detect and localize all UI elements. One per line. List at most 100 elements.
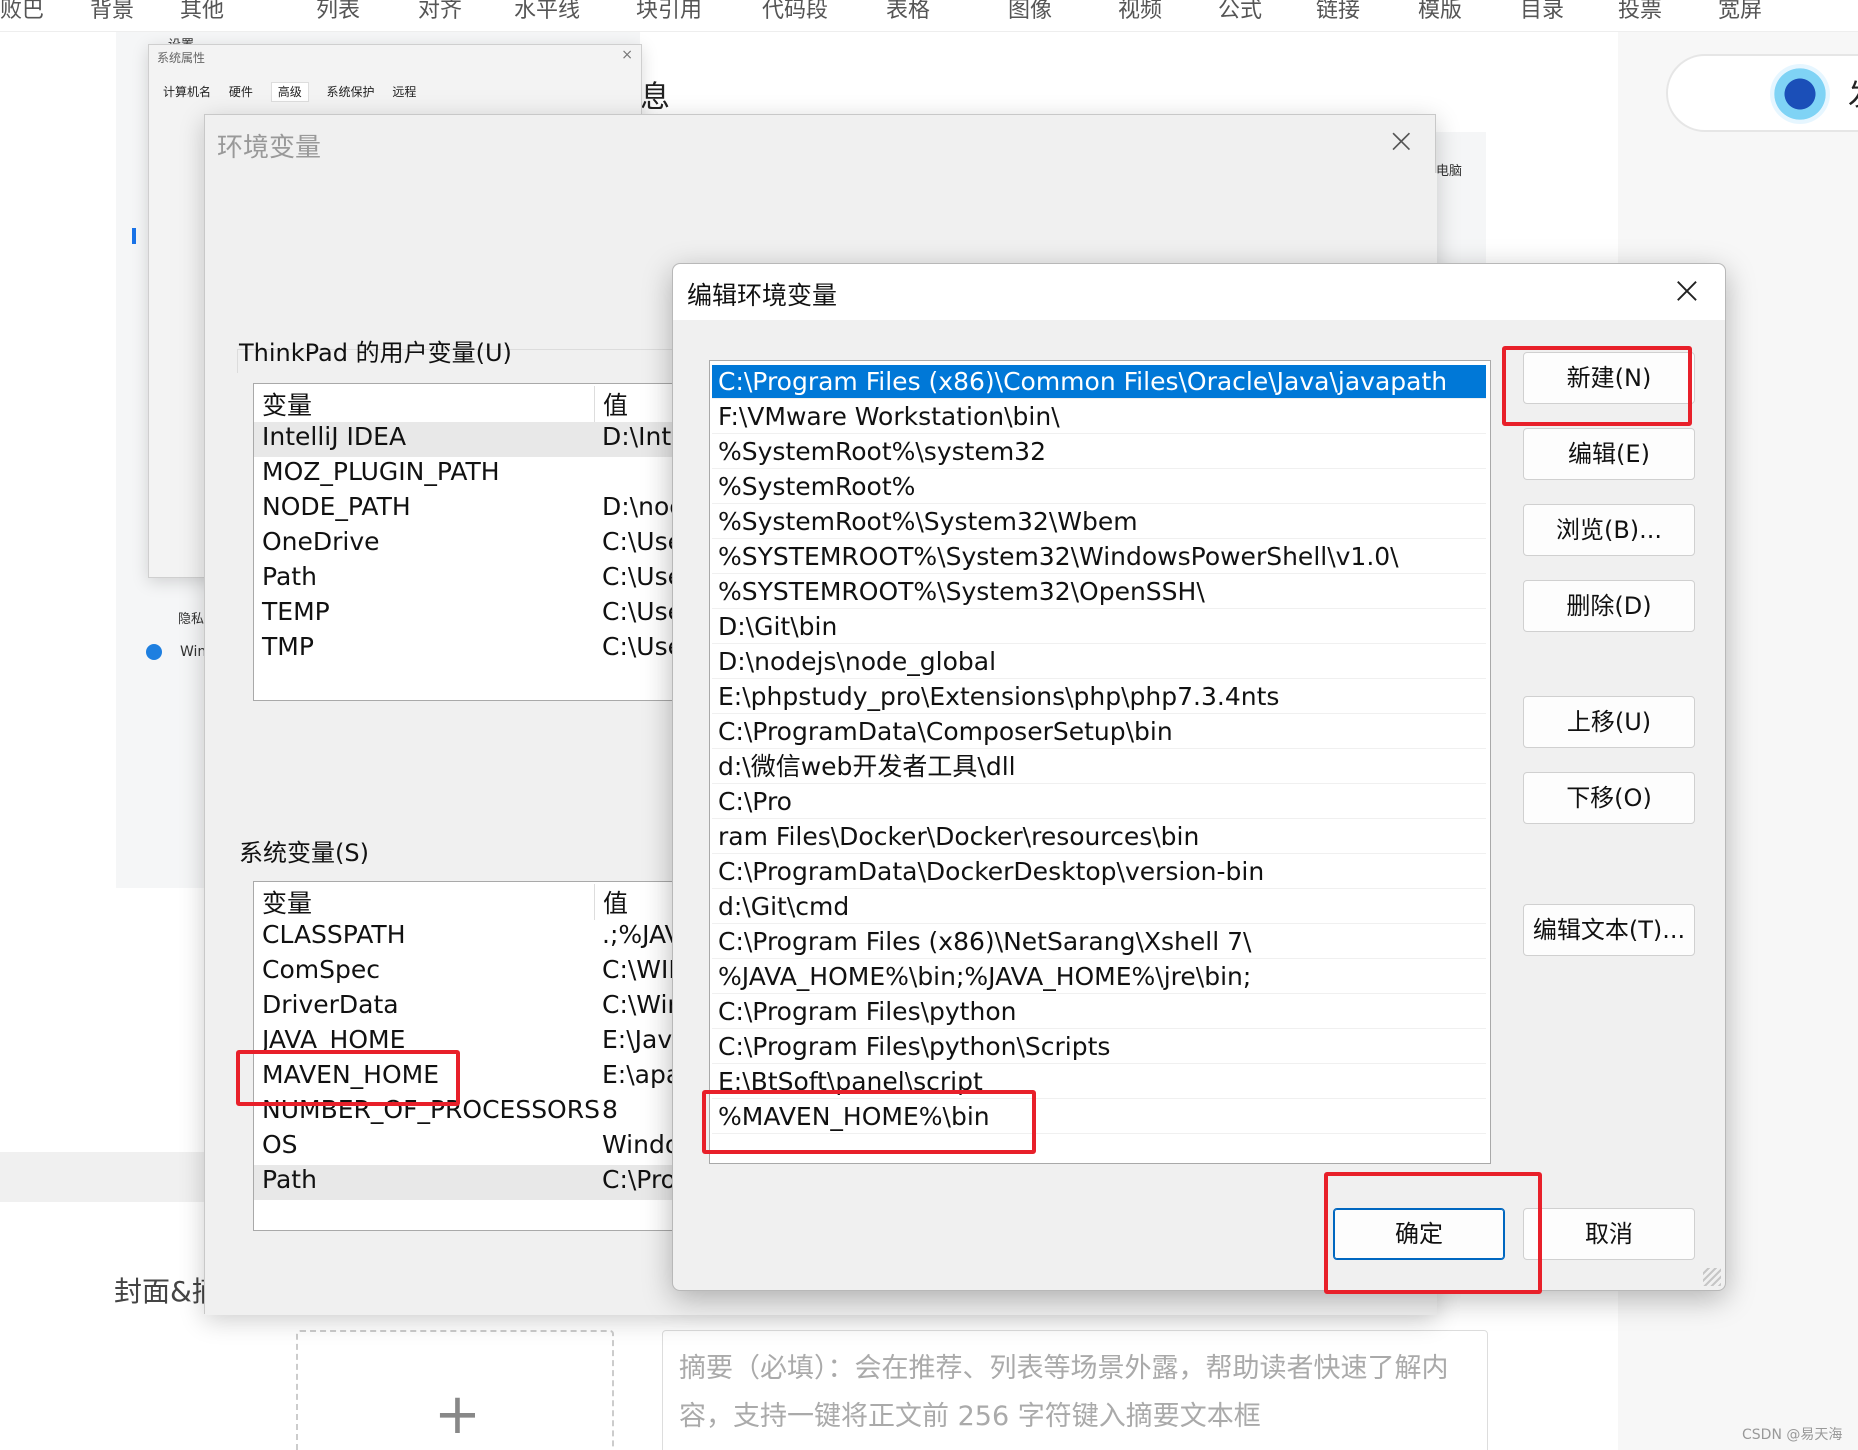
toolbar-item[interactable]: 链接 (1316, 0, 1360, 24)
toolbar-item[interactable]: 公式 (1218, 0, 1262, 24)
tab-advanced[interactable]: 高级 (270, 82, 309, 102)
list-item[interactable]: D:\nodejs\node_global (712, 645, 1486, 679)
summary-textarea[interactable]: 摘要（必填）：会在推荐、列表等场景外露，帮助读者快速了解内容，支持一键将正文前 … (662, 1330, 1488, 1450)
tab-system-protection[interactable]: 系统保护 (327, 85, 375, 99)
toolbar-item[interactable]: 模版 (1418, 0, 1462, 24)
list-item[interactable]: C:\Program Files\python\Scripts (712, 1030, 1486, 1064)
close-icon[interactable]: × (1387, 121, 1416, 161)
cancel-button[interactable]: 取消 (1523, 1208, 1695, 1260)
side-label-8: 隐私 (178, 612, 205, 627)
move-down-button[interactable]: 下移(O) (1523, 772, 1695, 824)
variable-value: C:\Use (602, 562, 684, 591)
variable-value: E:\apa (602, 1060, 682, 1089)
list-item[interactable]: C:\Program Files (x86)\Common Files\Orac… (712, 365, 1486, 399)
browse-button[interactable]: 浏览(B)... (1523, 504, 1695, 556)
cover-upload-box[interactable]: + (296, 1330, 614, 1450)
editor-title-partial: 息 (640, 80, 670, 115)
move-up-button[interactable]: 上移(U) (1523, 696, 1695, 748)
plus-icon: + (434, 1382, 481, 1447)
list-item[interactable]: C:\ProgramData\ComposerSetup\bin (712, 715, 1486, 749)
variable-name: DriverData (262, 990, 399, 1019)
toolbar-item[interactable]: 背景 (90, 0, 134, 24)
variable-value: C:\Use (602, 597, 684, 626)
toolbar-item[interactable]: 对齐 (418, 0, 462, 24)
system-variables-label: 系统变量(S) (239, 839, 369, 867)
windows-update-icon (146, 644, 162, 660)
accent-mark (132, 228, 136, 244)
resize-grip-icon[interactable] (1703, 1268, 1721, 1286)
close-icon[interactable]: × (621, 47, 633, 63)
edit-button[interactable]: 编辑(E) (1523, 428, 1695, 480)
toolbar-item[interactable]: 视频 (1118, 0, 1162, 24)
windows-link-label: Win (180, 644, 207, 660)
list-item[interactable]: d:\微信web开发者工具\dll (712, 750, 1486, 784)
variable-name: TMP (262, 632, 314, 661)
system-properties-tabs: 计算机名 硬件 高级 系统保护 远程 (163, 82, 430, 102)
variable-value: C:\Use (602, 632, 684, 661)
path-entries-list[interactable]: C:\Program Files (x86)\Common Files\Orac… (709, 360, 1491, 1164)
variable-value: .;%JAV (602, 920, 682, 949)
tab-remote[interactable]: 远程 (392, 85, 416, 99)
toolbar-item[interactable]: 投票 (1618, 0, 1662, 24)
column-variable[interactable]: 变量 (262, 884, 312, 920)
list-item[interactable]: E:\phpstudy_pro\Extensions\php\php7.3.4n… (712, 680, 1486, 714)
user-variables-label: ThinkPad 的用户变量(U) (239, 339, 512, 367)
list-item[interactable]: F:\VMware Workstation\bin\ (712, 400, 1486, 434)
column-variable[interactable]: 变量 (262, 386, 312, 422)
toolbar-item[interactable]: 图像 (1008, 0, 1052, 24)
variable-value: C:\Pro (602, 1165, 676, 1194)
list-item[interactable]: %SYSTEMROOT%\System32\WindowsPowerShell\… (712, 540, 1486, 574)
list-item[interactable]: d:\Git\cmd (712, 890, 1486, 924)
variable-name: ComSpec (262, 955, 380, 984)
variable-name: NODE_PATH (262, 492, 411, 521)
annotation-ok-button (1324, 1172, 1542, 1294)
variable-value: C:\Use (602, 527, 684, 556)
variable-name: OneDrive (262, 527, 380, 556)
edit-text-button[interactable]: 编辑文本(T)... (1523, 904, 1695, 956)
list-item[interactable]: C:\Pro (712, 785, 1486, 819)
variable-name: CLASSPATH (262, 920, 406, 949)
column-value[interactable]: 值 (594, 386, 628, 422)
annotation-path-variable (236, 1050, 460, 1106)
list-item[interactable]: C:\Program Files\python (712, 995, 1486, 1029)
windows-link[interactable]: Win (146, 644, 206, 660)
watermark: CSDN @易天海 (1742, 1427, 1843, 1443)
variable-name: TEMP (262, 597, 330, 626)
toolbar-item[interactable]: 宽屏 (1718, 0, 1762, 24)
close-icon[interactable]: × (1671, 268, 1703, 312)
edit-dialog-titlebar: 编辑环境变量 × (673, 264, 1725, 320)
list-item[interactable]: ram Files\Docker\Docker\resources\bin (712, 820, 1486, 854)
variable-value: 8 (602, 1095, 618, 1124)
toolbar-item[interactable]: 目录 (1520, 0, 1564, 24)
toolbar-item[interactable]: 败巴 (0, 0, 44, 24)
delete-button[interactable]: 删除(D) (1523, 580, 1695, 632)
tab-computer-name[interactable]: 计算机名 (163, 85, 211, 99)
toolbar-item[interactable]: 水平线 (514, 0, 580, 24)
variable-value: Windo (602, 1130, 681, 1159)
avatar[interactable] (1770, 64, 1830, 124)
system-properties-title: 系统属性 (157, 51, 206, 65)
toolbar-item[interactable]: 表格 (886, 0, 930, 24)
list-item[interactable]: D:\Git\bin (712, 610, 1486, 644)
toolbar-item[interactable]: 块引用 (636, 0, 702, 24)
tab-hardware[interactable]: 硬件 (229, 85, 253, 99)
toolbar-item[interactable]: 代码段 (762, 0, 828, 24)
list-item[interactable]: %SystemRoot%\System32\Wbem (712, 505, 1486, 539)
user-pill[interactable]: 发 (1666, 54, 1858, 132)
toolbar-item[interactable]: 其他 (180, 0, 224, 24)
variable-name: MOZ_PLUGIN_PATH (262, 457, 500, 486)
column-value[interactable]: 值 (594, 884, 628, 920)
environment-variables-title: 环境变量 (217, 133, 322, 163)
list-item[interactable]: C:\ProgramData\DockerDesktop\version-bin (712, 855, 1486, 889)
variable-name: IntelliJ IDEA (262, 422, 407, 451)
edit-dialog-title: 编辑环境变量 (687, 281, 838, 310)
list-item[interactable]: %SystemRoot% (712, 470, 1486, 504)
list-item[interactable]: %JAVA_HOME%\bin;%JAVA_HOME%\jre\bin; (712, 960, 1486, 994)
list-item[interactable]: %SYSTEMROOT%\System32\OpenSSH\ (712, 575, 1486, 609)
variable-name: Path (262, 1165, 317, 1194)
toolbar-item[interactable]: 列表 (316, 0, 360, 24)
editor-toolbar: 败巴 背景 其他 列表 对齐 水平线 块引用 代码段 表格 图像 视频 公式 链接 模版 目录 投票 宽屏 (0, 0, 1858, 32)
list-item[interactable]: %SystemRoot%\system32 (712, 435, 1486, 469)
list-item[interactable]: C:\Program Files (x86)\NetSarang\Xshell … (712, 925, 1486, 959)
variable-name: OS (262, 1130, 298, 1159)
